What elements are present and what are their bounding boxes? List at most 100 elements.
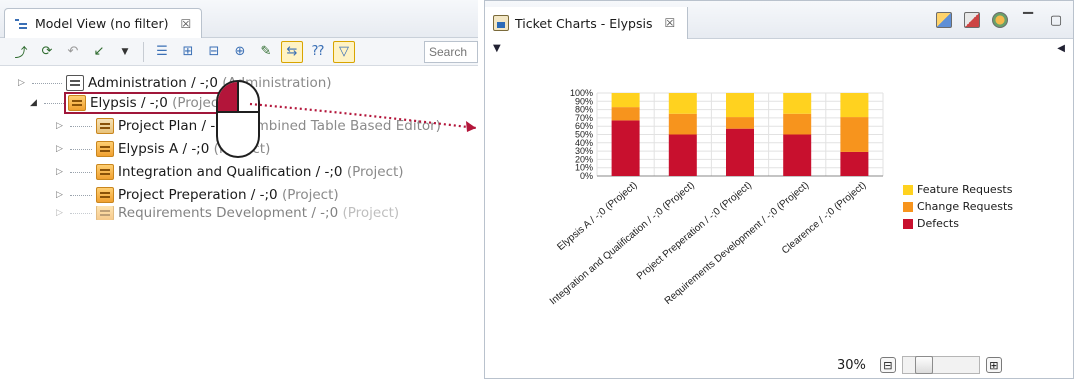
tree-item-type: (Project) [281,187,339,203]
legend-item-feature-requests: Feature Requests [903,181,1013,198]
chart-type-icon[interactable] [935,11,953,29]
bar-segment [668,134,697,176]
zoom-out-button[interactable]: ⊟ [879,357,896,373]
bar-segment [726,93,754,118]
expand-level-icon[interactable]: ⊕ [229,41,251,63]
tree-item-label: Administration / -;0 [88,75,218,91]
legend-item-defects: Defects [903,215,1013,232]
view-actions: ▔ ▢ [935,11,1065,29]
bar-segment [840,117,869,152]
toolbar-separator [143,41,144,62]
model-view-tab[interactable]: Model View (no filter) ☒ [4,8,203,38]
expand-arrow-icon[interactable]: ▷ [18,78,28,88]
back-icon[interactable]: ↙ [88,41,110,63]
zoom-slider[interactable] [901,356,980,374]
ticket-charts-tab[interactable]: Ticket Charts - Elypsis ☒ [485,7,689,39]
close-icon[interactable]: ☒ [664,16,675,30]
zoom-in-button[interactable]: ⊞ [985,357,1002,373]
help-tree-icon[interactable]: ⁇ [307,41,329,63]
tree-item-label: Requirements Development / -;0 [118,206,339,220]
bar-segment [840,151,869,176]
link-icon[interactable]: ⤴ [10,41,32,63]
bar-segment [783,93,812,114]
ticket-charts-tab-title: Ticket Charts - Elypsis [515,15,653,31]
expand-arrow-icon[interactable]: ▷ [56,208,66,218]
legend-label: Feature Requests [917,183,1013,196]
expand-arrow-icon[interactable]: ▷ [56,167,66,177]
tree-view-icon [13,17,29,31]
table-icon [96,118,114,134]
tree-connector [32,82,62,84]
search-input[interactable] [424,41,478,63]
tree-item-requirements[interactable]: ▷ Requirements Development / -;0 (Projec… [56,206,399,220]
y-tick-label: 100% [570,88,593,98]
legend-swatch [903,218,913,229]
bar-segment [726,117,754,129]
selection-highlight [64,92,240,114]
bar-segment [840,93,869,118]
project-icon [96,164,114,180]
bar-segment [668,113,697,135]
filter-icon[interactable]: ▽ [333,40,355,63]
collapse-arrow-icon[interactable]: ◢ [30,98,40,108]
project-icon [96,141,114,157]
legend-item-change-requests: Change Requests [903,198,1013,215]
building-icon [66,75,84,91]
project-icon [96,206,114,220]
maximize-icon[interactable]: ▢ [1047,11,1065,29]
tree-item-integration[interactable]: ▷ Integration and Qualification / -;0 (P… [56,161,404,183]
tree-connector [70,212,92,214]
project-icon [96,187,114,203]
close-icon[interactable]: ☒ [181,17,192,31]
chevron-down-icon[interactable]: ▼ [114,41,136,63]
tree-connector [70,194,92,196]
ticket-charts-panel: Ticket Charts - Elypsis ☒ ▔ ▢ ▼ ◀ 0% 10% 2… [484,0,1074,379]
tree-item-label: Project Plan / -;0 [118,118,229,134]
expand-arrow-icon[interactable]: ▷ [56,144,66,154]
tree-item-label: Project Preperation / -;0 [118,187,278,203]
tree-connector [70,125,92,127]
bar-segment [668,93,697,114]
zoom-control: 30% ⊟ ⊞ [837,356,1002,374]
tree-item-type: (Project) [342,206,400,220]
legend-label: Defects [917,217,959,230]
tree-item-type: (Project) [346,164,404,180]
bar-segment [611,107,640,121]
expand-all-icon[interactable]: ⊞ [177,41,199,63]
bar-segment [783,113,812,135]
tree-item-administration[interactable]: ▷ Administration / -;0 (Administration) [18,72,332,94]
tree-item-label: Elypsis A / -;0 [118,141,210,157]
bar-segment [611,120,640,176]
x-tick-label: Project Preperation / -;0 (Project) [635,180,754,282]
undo-icon[interactable]: ↶ [62,41,84,63]
model-view-toolbar: ⤴ ⟳ ↶ ↙ ▼ ☰ ⊞ ⊟ ⊕ ✎ ⇆ ⁇ ▽ [0,38,478,66]
export-icon[interactable] [963,11,981,29]
tree-item-label: Integration and Qualification / -;0 [118,164,343,180]
legend-swatch [903,184,913,195]
tree-layout-icon[interactable]: ☰ [151,41,173,63]
expand-arrow-icon[interactable]: ▷ [56,190,66,200]
chart-icon [493,15,509,31]
minimize-icon[interactable]: ▔ [1019,11,1037,29]
model-view-tabbar: Model View (no filter) ☒ [0,0,478,38]
zoom-slider-thumb[interactable] [914,356,933,374]
zoom-level: 30% [837,357,866,373]
tree-connector [44,102,64,104]
sync-toggle-icon[interactable]: ⇆ [281,40,303,63]
refresh-icon[interactable]: ⟳ [36,41,58,63]
new-element-icon[interactable]: ✎ [255,41,277,63]
sync-icon[interactable] [991,11,1009,29]
bar-segment [726,128,754,176]
bar-segment [783,134,812,176]
ticket-charts-tabbar: Ticket Charts - Elypsis ☒ ▔ ▢ [485,1,1073,39]
drag-arrow-icon [249,102,477,132]
legend-swatch [903,201,913,212]
tree-item-project-preperation[interactable]: ▷ Project Preperation / -;0 (Project) [56,184,339,206]
chart-legend: Feature Requests Change Requests Defects [903,181,1013,232]
bar-segment [611,93,640,108]
collapse-all-icon[interactable]: ⊟ [203,41,225,63]
legend-label: Change Requests [917,200,1014,213]
expand-arrow-icon[interactable]: ▷ [56,121,66,131]
tree-connector [70,148,92,150]
model-view-tab-title: Model View (no filter) [35,16,169,31]
